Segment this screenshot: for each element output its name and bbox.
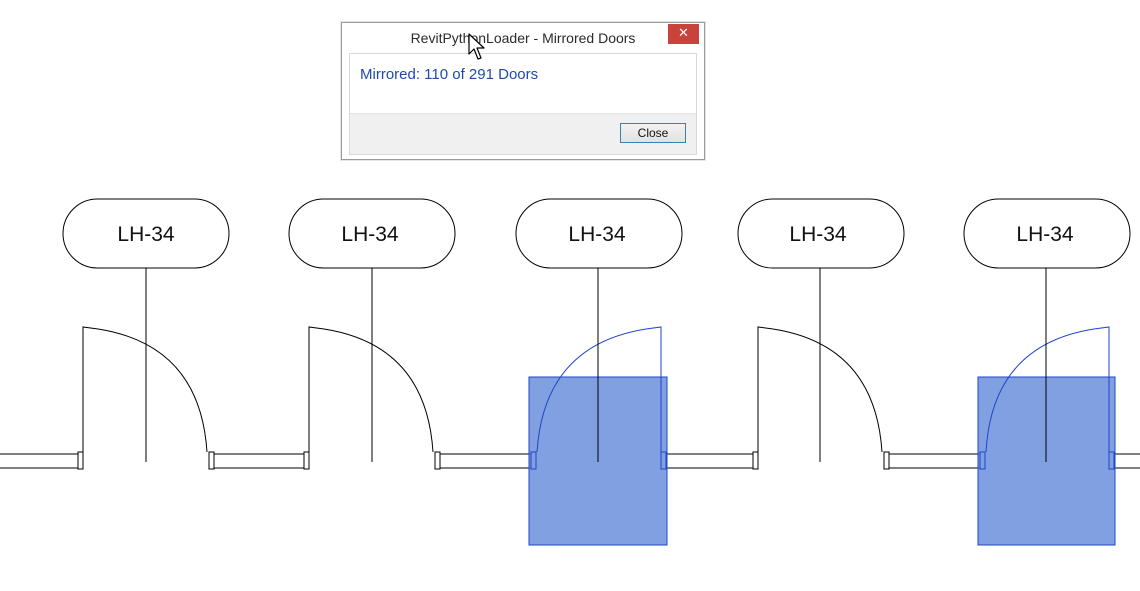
door-tag-label: LH-34: [117, 223, 175, 246]
door-2[interactable]: [303, 268, 441, 470]
dialog-footer: Close: [350, 113, 696, 154]
dialog-message: Mirrored: 110 of 291 Doors: [360, 66, 539, 83]
door-tag-label: LH-34: [1016, 223, 1074, 246]
mouse-pointer-icon: [468, 33, 485, 60]
door-tag-2[interactable]: LH-34: [288, 198, 456, 269]
dialog-title: RevitPythonLoader - Mirrored Doors: [410, 30, 636, 46]
mirrored-doors-dialog: RevitPythonLoader - Mirrored Doors ✕ Mir…: [341, 22, 705, 160]
door-tag-5[interactable]: LH-34: [963, 198, 1131, 269]
door-tag-1[interactable]: LH-34: [62, 198, 230, 269]
door-tag-label: LH-34: [789, 223, 847, 246]
door-5-mirrored[interactable]: [977, 268, 1116, 546]
close-icon[interactable]: ✕: [668, 24, 699, 44]
door-3-mirrored[interactable]: [528, 268, 668, 546]
dialog-body: Mirrored: 110 of 291 Doors Close: [349, 53, 697, 155]
close-button[interactable]: Close: [620, 123, 686, 143]
door-1[interactable]: [77, 268, 215, 470]
door-4[interactable]: [752, 268, 890, 470]
door-tag-label: LH-34: [568, 223, 626, 246]
door-tag-4[interactable]: LH-34: [737, 198, 905, 269]
door-tag-3[interactable]: LH-34: [515, 198, 683, 269]
door-tag-label: LH-34: [341, 223, 399, 246]
